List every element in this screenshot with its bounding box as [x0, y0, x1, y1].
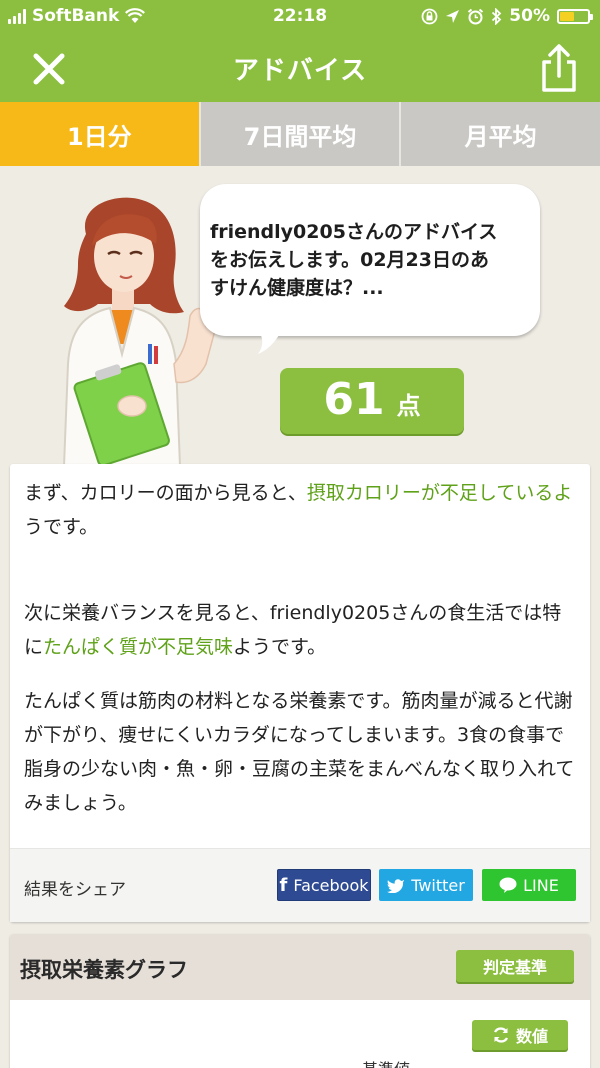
balance-advice-highlight: たんぱく質が不足気味 [43, 636, 234, 658]
nav-bar: アドバイス [0, 34, 600, 102]
battery-level [560, 11, 574, 21]
calorie-advice-ending: うです。 [24, 516, 99, 538]
score-value: 61 [323, 374, 385, 425]
lock-rotation-icon [421, 8, 438, 24]
speech-line-2: をお伝えします。02月23日のあ [210, 249, 489, 271]
speech-bubble-tail [256, 328, 282, 354]
value-toggle-label: 数値 [515, 1027, 548, 1046]
twitter-share-button[interactable]: Twitter [379, 869, 473, 901]
share-row: 結果をシェア f Facebook Twitter LINE [10, 848, 590, 922]
line-label: LINE [523, 875, 559, 895]
tab-monthly-average[interactable]: 月平均 [401, 102, 600, 166]
score-unit: 点 [396, 392, 421, 420]
advice-hero: friendly0205さんのアドバイス をお伝えします。02月23日のあ すけ… [0, 166, 600, 466]
twitter-label: Twitter [411, 875, 465, 895]
calorie-advice-text: まず、カロリーの面から見ると、 [24, 482, 307, 504]
status-bar: SoftBank 22:18 50% [0, 0, 600, 34]
battery-icon [557, 8, 593, 24]
balance-advice-paragraph: 次に栄養バランスを見ると、friendly0205さんの食生活では特にたんぱく質… [24, 596, 578, 684]
health-score-badge: 61 点 [280, 368, 464, 434]
calorie-advice-paragraph: まず、カロリーの面から見ると、摂取カロリーが不足しているようです。 [24, 476, 578, 596]
refresh-icon [493, 1027, 509, 1043]
protein-advice-paragraph: たんぱく質は筋肉の材料となる栄養素です。筋肉量が減ると代謝が下がり、痩せにくいカ… [24, 690, 575, 814]
page-title: アドバイス [232, 56, 368, 86]
graph-title: 摂取栄養素グラフ [20, 958, 188, 982]
battery-percent: 50% [509, 6, 550, 26]
speech-line-3: すけん健康度は？... [210, 277, 384, 299]
tab-7-day-average[interactable]: 7日間平均 [201, 102, 402, 166]
line-icon [499, 877, 517, 893]
advice-text: まず、カロリーの面から見ると、摂取カロリーが不足しているようです。 次に栄養バラ… [10, 464, 590, 820]
period-tabs: 1日分 7日間平均 月平均 [0, 102, 600, 166]
facebook-label: Facebook [293, 875, 369, 895]
criteria-button[interactable]: 判定基準 [456, 950, 574, 982]
share-icon[interactable] [536, 42, 582, 94]
advice-speech-bubble: friendly0205さんのアドバイス をお伝えします。02月23日のあ すけ… [200, 184, 540, 336]
balance-advice-ending: ようです。 [233, 636, 327, 658]
status-right: 50% [421, 6, 593, 26]
speech-line-1: friendly0205さんのアドバイス [210, 221, 498, 243]
share-label: 結果をシェア [24, 880, 126, 900]
bluetooth-icon [492, 7, 502, 25]
graph-header: 摂取栄養素グラフ 判定基準 [10, 934, 590, 1000]
baseline-label: 基準値 [362, 1056, 410, 1068]
line-share-button[interactable]: LINE [482, 869, 576, 901]
value-toggle-button[interactable]: 数値 [472, 1020, 568, 1050]
location-icon [446, 9, 460, 23]
advice-card: まず、カロリーの面から見ると、摂取カロリーが不足しているようです。 次に栄養バラ… [10, 464, 590, 922]
facebook-icon: f [279, 874, 288, 896]
twitter-icon [387, 878, 405, 893]
tab-1-day[interactable]: 1日分 [0, 102, 201, 166]
alarm-icon [468, 8, 484, 24]
facebook-share-button[interactable]: f Facebook [277, 869, 371, 901]
nutrient-graph-card: 摂取栄養素グラフ 判定基準 数値 基準値 [10, 934, 590, 1068]
calorie-advice-highlight: 摂取カロリーが不足しているよ [306, 482, 573, 504]
